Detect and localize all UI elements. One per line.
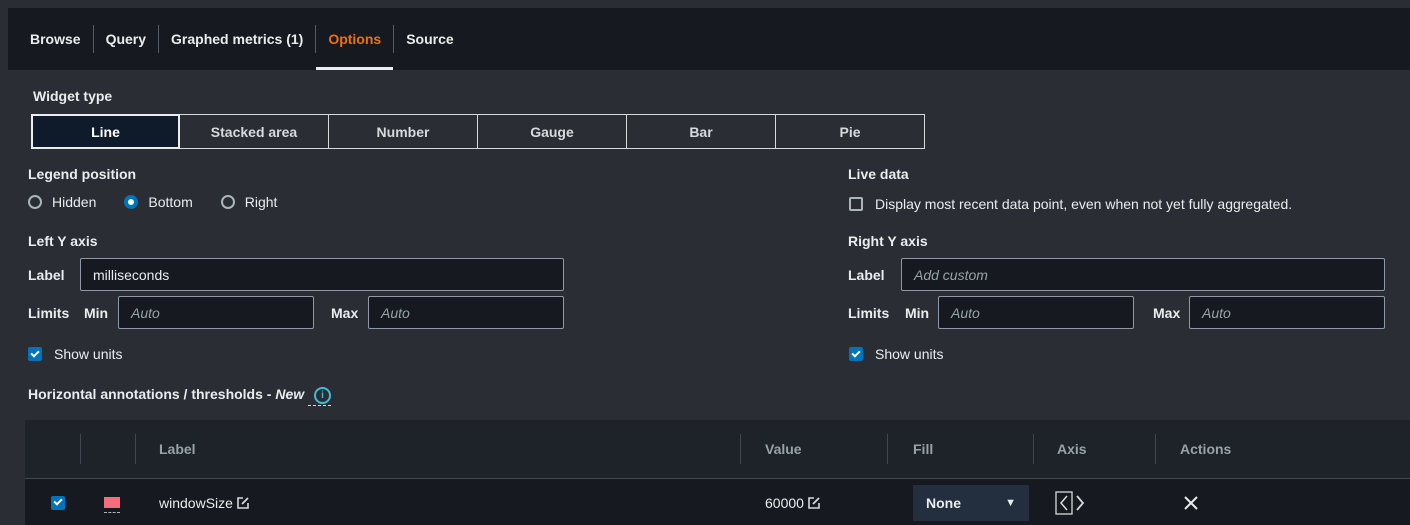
left-label-label: Label xyxy=(28,267,65,283)
legend-radio-right[interactable]: Right xyxy=(220,194,278,210)
annotations-heading: Horizontal annotations / thresholds - Ne… xyxy=(28,386,332,406)
column-divider xyxy=(135,434,136,464)
column-header-actions: Actions xyxy=(1180,441,1232,457)
axis-left-box[interactable] xyxy=(1055,490,1073,515)
right-label-label: Label xyxy=(848,267,885,283)
tab-graphed-metrics[interactable]: Graphed metrics (1) xyxy=(159,8,315,70)
column-header-value: Value xyxy=(765,441,802,457)
tab-bar: Browse Query Graphed metrics (1) Options… xyxy=(8,8,1410,70)
widget-type-pie[interactable]: Pie xyxy=(776,114,925,149)
column-divider xyxy=(1033,434,1034,464)
legend-position-radio-group: Hidden Bottom Right xyxy=(28,194,305,210)
row-value: 60000 xyxy=(765,494,804,511)
tab-browse[interactable]: Browse xyxy=(18,8,93,70)
fill-select-value: None xyxy=(926,494,961,511)
color-swatch[interactable] xyxy=(104,497,120,513)
right-y-max-input[interactable]: Auto xyxy=(1189,296,1385,329)
right-min-label: Min xyxy=(905,305,930,321)
axis-toggle[interactable] xyxy=(1055,490,1089,515)
table-row: windowSize 60000 None ▼ xyxy=(25,478,1410,525)
radio-label: Bottom xyxy=(148,194,193,210)
column-divider xyxy=(1155,434,1156,464)
column-divider xyxy=(80,434,81,464)
row-axis-cell xyxy=(1055,479,1089,525)
radio-icon xyxy=(220,195,235,209)
legend-radio-bottom[interactable]: Bottom xyxy=(124,194,193,210)
widget-type-heading: Widget type xyxy=(33,88,113,104)
annotations-table: Label Value Fill Axis Actions windowSize… xyxy=(25,420,1410,525)
row-actions-cell xyxy=(1183,479,1199,525)
caret-down-icon: ▼ xyxy=(1005,496,1016,509)
right-y-min-input[interactable]: Auto xyxy=(938,296,1134,329)
column-header-fill: Fill xyxy=(913,441,934,457)
left-max-label: Max xyxy=(331,305,359,321)
left-show-units: Show units xyxy=(28,346,122,362)
right-y-label-input[interactable]: Add custom xyxy=(901,258,1385,291)
left-limits-label: Limits xyxy=(28,305,70,321)
live-data-option: Display most recent data point, even whe… xyxy=(849,196,1292,212)
tab-query[interactable]: Query xyxy=(94,8,158,70)
left-y-label-input[interactable]: milliseconds xyxy=(80,258,564,291)
widget-type-segmented-control: Line Stacked area Number Gauge Bar Pie xyxy=(31,114,925,149)
right-show-units-label: Show units xyxy=(875,346,944,362)
row-checkbox[interactable] xyxy=(51,495,65,510)
right-show-units-checkbox[interactable] xyxy=(849,347,863,361)
tab-source[interactable]: Source xyxy=(394,8,465,70)
radio-icon xyxy=(28,195,42,209)
left-show-units-label: Show units xyxy=(54,346,123,362)
widget-type-gauge[interactable]: Gauge xyxy=(478,114,627,149)
chevron-right-icon[interactable] xyxy=(1076,494,1085,511)
widget-type-line[interactable]: Line xyxy=(31,114,180,149)
row-color-cell xyxy=(104,479,120,525)
column-header-axis: Axis xyxy=(1057,441,1087,457)
info-link[interactable]: i xyxy=(308,386,332,406)
info-icon: i xyxy=(314,386,332,404)
tab-options[interactable]: Options xyxy=(316,8,394,70)
edit-icon[interactable] xyxy=(236,496,250,510)
column-divider xyxy=(740,434,741,464)
widget-type-bar[interactable]: Bar xyxy=(627,114,776,149)
chevron-left-icon xyxy=(1060,495,1068,510)
row-label: windowSize xyxy=(159,494,233,511)
right-max-label: Max xyxy=(1153,305,1181,321)
radio-label: Right xyxy=(244,194,278,210)
live-data-checkbox[interactable] xyxy=(849,197,863,211)
live-data-heading: Live data xyxy=(848,166,909,182)
left-y-min-input[interactable]: Auto xyxy=(118,296,314,329)
legend-radio-hidden[interactable]: Hidden xyxy=(28,194,96,210)
edit-icon[interactable] xyxy=(807,496,821,510)
widget-type-number[interactable]: Number xyxy=(329,114,478,149)
row-value-cell: 60000 xyxy=(765,479,821,525)
widget-type-stacked-area[interactable]: Stacked area xyxy=(180,114,329,149)
live-data-label: Display most recent data point, even whe… xyxy=(875,196,1293,212)
table-header: Label Value Fill Axis Actions xyxy=(25,420,1410,478)
left-show-units-checkbox[interactable] xyxy=(28,347,42,361)
radio-label: Hidden xyxy=(52,194,97,210)
column-divider xyxy=(887,434,888,464)
column-header-label: Label xyxy=(159,441,196,457)
row-fill-cell: None ▼ xyxy=(913,479,1029,525)
annotations-heading-text: Horizontal annotations / thresholds - xyxy=(28,386,276,402)
right-y-axis-heading: Right Y axis xyxy=(848,233,928,249)
row-select-cell xyxy=(51,479,65,525)
right-show-units: Show units xyxy=(849,346,943,362)
legend-position-heading: Legend position xyxy=(28,166,137,182)
left-y-max-input[interactable]: Auto xyxy=(368,296,564,329)
annotations-new-tag: New xyxy=(275,386,305,402)
left-min-label: Min xyxy=(84,305,109,321)
fill-select[interactable]: None ▼ xyxy=(913,484,1029,521)
left-y-axis-heading: Left Y axis xyxy=(28,233,98,249)
right-limits-label: Limits xyxy=(848,305,890,321)
row-label-cell: windowSize xyxy=(159,479,250,525)
radio-selected-icon xyxy=(124,195,139,209)
close-icon[interactable] xyxy=(1183,495,1199,511)
